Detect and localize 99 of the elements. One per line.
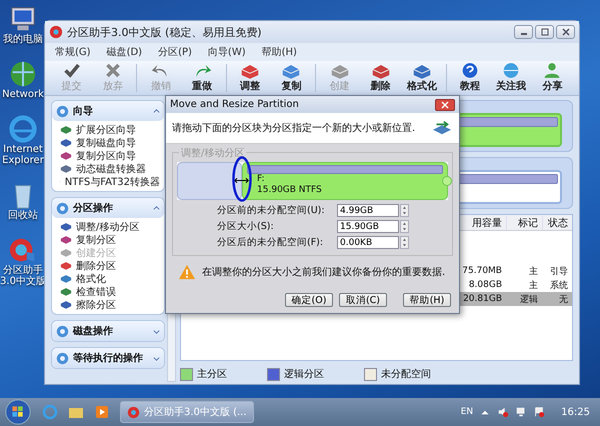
desktop-shortcut[interactable]: Network <box>0 59 46 100</box>
desktop-shortcut[interactable]: 回收站 <box>0 180 46 221</box>
toolbar-button[interactable]: 重做 <box>182 62 223 94</box>
section-title: 向导 <box>73 104 93 118</box>
chevron-icon <box>153 354 160 362</box>
maximize-icon <box>540 28 550 36</box>
desktop-shortcut[interactable]: Internet Explorer <box>0 114 46 166</box>
field-label: 分区后的未分配空间(F): <box>217 236 324 249</box>
legend-label: 未分配空间 <box>381 368 431 381</box>
spinner-arrows-icon <box>401 205 408 216</box>
size-input[interactable]: 15.90GB <box>337 220 399 233</box>
spinner-button[interactable] <box>400 236 409 249</box>
size-input[interactable]: 4.99GB <box>337 204 399 217</box>
desktop-shortcut[interactable]: 分区助手3.0中文版 <box>0 235 46 287</box>
legend-label: 逻辑分区 <box>284 368 324 381</box>
group-label: 调整/移动分区 <box>179 146 246 160</box>
field-label: 分区大小(S): <box>217 220 274 233</box>
chevron-icon <box>153 328 160 334</box>
shortcut-label: Network <box>2 89 44 100</box>
section-header[interactable]: 向导 <box>52 101 164 121</box>
section-icon <box>56 104 69 118</box>
section-title: 等待执行的操作 <box>73 352 143 365</box>
shortcut-label: 分区助手3.0中文版 <box>0 265 46 287</box>
legend-label: 主分区 <box>197 368 227 381</box>
chevron-icon <box>153 108 160 114</box>
toolbar-button[interactable]: 调整 <box>230 62 271 94</box>
spinner-button[interactable] <box>400 220 409 233</box>
sidebar-item[interactable]: 检查错误 <box>60 285 160 298</box>
shortcut-label: 回收站 <box>8 210 38 221</box>
clock[interactable]: 16:25 <box>561 406 590 418</box>
menu-item[interactable]: 帮助(H) <box>262 45 297 59</box>
resize-drive-icon <box>431 119 453 137</box>
sidebar-item[interactable]: 扩展分区向导 <box>60 123 160 136</box>
resize-cursor-icon <box>234 177 250 184</box>
sidebar-item[interactable]: 动态磁盘转换器 <box>60 162 160 175</box>
sidebar-item[interactable]: 删除分区 <box>60 259 160 272</box>
toolbar-button[interactable]: 复制 <box>270 62 312 94</box>
spinner-arrows-icon <box>401 221 408 232</box>
menu-item[interactable]: 分区(P) <box>158 45 192 59</box>
field-label: 分区前的未分配空间(U): <box>217 204 325 217</box>
toolbar-button[interactable]: 分享 <box>532 62 573 94</box>
menu-item[interactable]: 向导(W) <box>208 45 246 59</box>
desktop-shortcut[interactable]: 我的电脑 <box>0 4 46 45</box>
start-button[interactable] <box>4 398 32 426</box>
partition-block[interactable]: F: 15.90GB NTFS <box>242 162 448 200</box>
highlight-ellipse <box>232 156 252 202</box>
sidebar-item[interactable]: 调整/移动分区 <box>60 220 160 233</box>
sidebar-item[interactable]: NTFS与FAT32转换器 <box>60 175 160 188</box>
shortcut-label: 我的电脑 <box>3 34 43 45</box>
column-header[interactable]: 标记 <box>506 216 542 230</box>
size-input[interactable]: 0.00KB <box>337 236 399 249</box>
toolbar-button[interactable]: 删除 <box>360 62 402 94</box>
dialog-title: Move and Resize Partition <box>170 99 299 110</box>
spinner-arrows-icon <box>401 237 408 248</box>
section-title: 磁盘操作 <box>73 324 113 338</box>
instruction-text: 请拖动下面的分区块为分区指定一个新的大小或新位置. <box>172 122 416 135</box>
section-header[interactable]: 磁盘操作 <box>52 321 164 341</box>
dialog-button[interactable]: 取消(C) <box>339 293 387 307</box>
browser-icon <box>8 114 38 144</box>
window-title: 分区助手3.0中文版 (稳定、易用且免费) <box>67 24 262 40</box>
app-icon <box>127 406 140 418</box>
close-button[interactable] <box>435 98 455 110</box>
resize-handle[interactable] <box>442 176 452 186</box>
speaker-icon[interactable] <box>497 406 510 418</box>
flag-icon[interactable] <box>533 406 546 418</box>
media-player-icon[interactable] <box>94 404 110 420</box>
column-header[interactable]: 状态 <box>542 216 572 230</box>
warning-text: 在调整你的分区大小之前我们建议你备份你的重要数据. <box>202 266 446 279</box>
shortcut-label: Internet Explorer <box>1 144 45 166</box>
menu-item[interactable]: 常规(G) <box>55 45 91 59</box>
sidebar-item[interactable]: 擦除分区 <box>60 298 160 311</box>
toolbar-button[interactable]: 教程 <box>449 62 491 94</box>
sidebar-item[interactable]: 格式化 <box>60 272 160 285</box>
section-header[interactable]: 等待执行的操作 <box>52 348 164 368</box>
spinner-button[interactable] <box>400 204 409 217</box>
close-icon <box>560 28 570 36</box>
close-icon <box>440 100 450 108</box>
section-header[interactable]: 分区操作 <box>52 198 164 218</box>
app-icon <box>49 25 63 39</box>
maximize-button[interactable] <box>535 25 554 39</box>
close-button[interactable] <box>556 25 575 39</box>
section-icon <box>56 352 69 364</box>
section-title: 分区操作 <box>73 202 113 215</box>
chevron-icon <box>153 204 160 212</box>
warning-icon <box>178 264 196 280</box>
minimize-button[interactable] <box>514 25 533 39</box>
sidebar-item[interactable]: 复制磁盘向导 <box>60 136 160 149</box>
toolbar-button[interactable]: 关注我 <box>490 62 532 94</box>
toolbar-button[interactable]: 格式化 <box>401 62 442 94</box>
language-indicator[interactable]: EN <box>460 407 474 417</box>
dialog-button[interactable]: 帮助(H) <box>403 293 451 307</box>
network-icon[interactable] <box>515 406 528 418</box>
menu-item[interactable]: 磁盘(D) <box>106 45 142 59</box>
section-icon <box>56 324 69 338</box>
dialog-button[interactable]: 确定(O) <box>285 293 333 307</box>
sidebar-item[interactable]: 复制分区向导 <box>60 149 160 162</box>
section-icon <box>56 202 69 214</box>
globe-icon <box>8 59 38 89</box>
sidebar-item[interactable]: 复制分区 <box>60 233 160 246</box>
